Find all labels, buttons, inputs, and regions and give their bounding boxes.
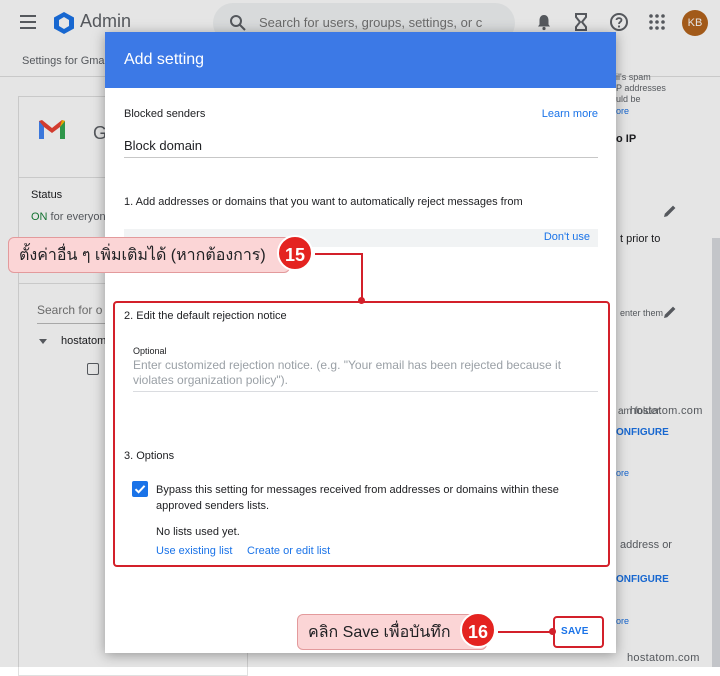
callout-15-dot bbox=[358, 297, 365, 304]
step1-label: 1. Add addresses or domains that you wan… bbox=[124, 196, 523, 208]
highlight-box-options bbox=[113, 301, 610, 567]
callout-15-line bbox=[361, 253, 363, 300]
setting-type-label: Blocked senders bbox=[124, 108, 206, 120]
callout-16-text: คลิก Save เพื่อบันทึก bbox=[308, 624, 451, 641]
learn-more-link[interactable]: Learn more bbox=[542, 108, 598, 120]
rule-name-input[interactable]: Block domain bbox=[124, 138, 598, 158]
callout-16: คลิก Save เพื่อบันทึก bbox=[297, 614, 487, 650]
dont-use-link[interactable]: Don't use bbox=[544, 231, 590, 243]
callout-16-line bbox=[498, 631, 553, 633]
dialog-header: Add setting bbox=[105, 32, 616, 88]
callout-15-number: 15 bbox=[277, 235, 313, 271]
callout-15-text: ตั้งค่าอื่น ๆ เพิ่มเติมได้ (หากต้องการ) bbox=[19, 247, 266, 264]
dialog-title: Add setting bbox=[124, 51, 205, 68]
callout-16-number: 16 bbox=[460, 612, 496, 648]
highlight-box-save bbox=[553, 616, 604, 648]
callout-16-dot bbox=[549, 628, 556, 635]
callout-15-line bbox=[315, 253, 363, 255]
callout-15: ตั้งค่าอื่น ๆ เพิ่มเติมได้ (หากต้องการ) bbox=[8, 237, 290, 273]
